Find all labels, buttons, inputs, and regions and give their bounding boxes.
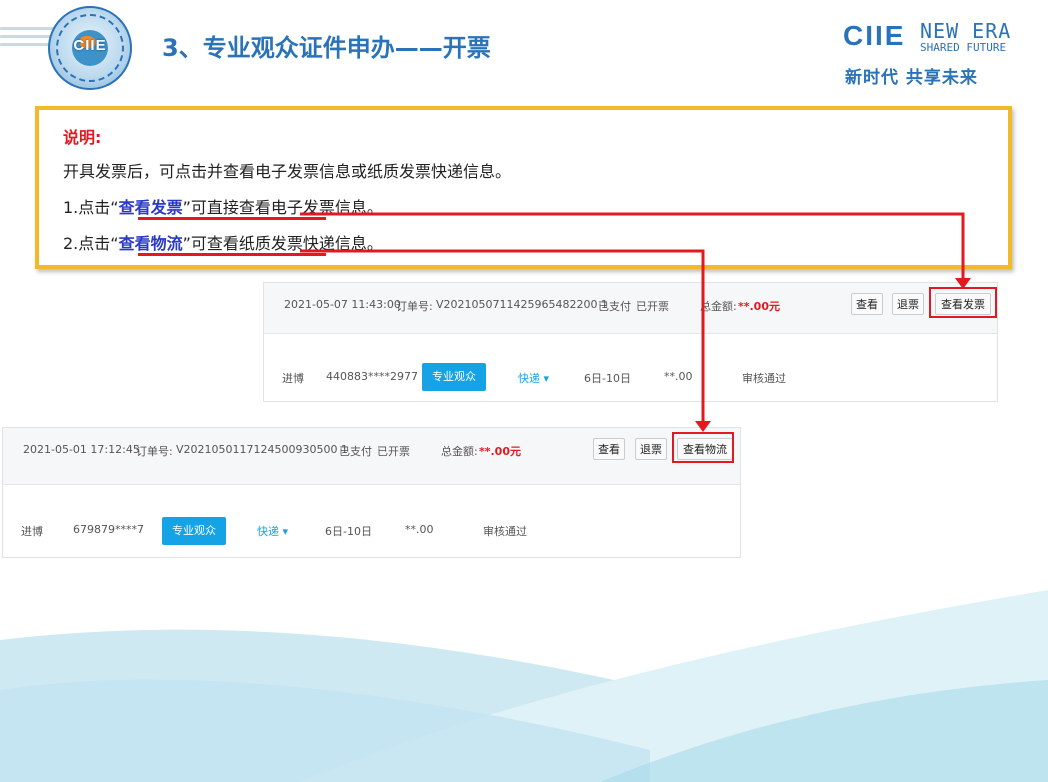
order-datetime: 2021-05-01 17:12:45 — [23, 443, 140, 456]
shipping-dropdown[interactable]: 快递 ▾ — [518, 370, 549, 386]
review-status: 审核通过 — [483, 525, 527, 538]
view-button[interactable]: 查看 — [593, 438, 625, 460]
note-heading: 说明: — [63, 128, 102, 147]
id-number: 440883****2977 — [326, 370, 418, 383]
ticket-price: **.00 — [405, 523, 434, 536]
payment-status: 已支付 — [598, 300, 631, 313]
logo-text: CIIE — [73, 37, 107, 54]
brand-slogan: 新时代 共享未来 — [845, 68, 978, 88]
ticket-price: **.00 — [664, 370, 693, 383]
order-no-label: 订单号: — [396, 300, 433, 313]
review-status: 审核通过 — [742, 372, 786, 385]
order-datetime: 2021-05-07 11:43:00 — [284, 298, 401, 311]
brand-name: CIIE — [843, 20, 906, 51]
total-label: 总金额: — [700, 300, 737, 313]
note-line-logistics-suffix: ”可查看纸质发票快递信息。 — [182, 234, 383, 253]
logistics-underline — [138, 253, 326, 256]
note-line-invoice-prefix: 1.点击“ — [63, 198, 119, 217]
view-invoice-keyword: 查看发票 — [118, 198, 183, 217]
page-title: 3、专业观众证件申办——开票 — [162, 34, 491, 62]
note-line-logistics: 2.点击“查看物流”可查看纸质发票快递信息。 — [63, 230, 383, 254]
brand-tagline: NEW ERA — [920, 19, 1012, 43]
view-logistics-keyword: 查看物流 — [118, 234, 183, 253]
total-label: 总金额: — [441, 445, 478, 458]
date-range: 6日-10日 — [325, 525, 372, 538]
shipping-dropdown[interactable]: 快递 ▾ — [257, 523, 288, 539]
refund-button[interactable]: 退票 — [892, 293, 924, 315]
note-line-logistics-prefix: 2.点击“ — [63, 234, 119, 253]
invoice-underline — [138, 217, 326, 220]
order-card: 2021-05-01 17:12:45 订单号: V20210501171245… — [2, 427, 741, 558]
visitor-type-button[interactable]: 专业观众 — [162, 517, 226, 545]
brand-subtagline: SHARED FUTURE — [920, 41, 1007, 54]
visitor-type-button[interactable]: 专业观众 — [422, 363, 486, 391]
invoice-status: 已开票 — [377, 445, 410, 458]
venue: 进博 — [21, 525, 43, 538]
note-line-invoice: 1.点击“查看发票”可直接查看电子发票信息。 — [63, 194, 383, 218]
total-amount: **.00元 — [479, 445, 521, 458]
venue: 进博 — [282, 372, 304, 385]
order-card: 2021-05-07 11:43:00 订单号: V20210507114259… — [263, 282, 998, 402]
order-number: V2021050711425965482200 1 — [436, 298, 608, 311]
refund-button[interactable]: 退票 — [635, 438, 667, 460]
ciie-logo: CIIE — [48, 6, 132, 90]
payment-status: 已支付 — [339, 445, 372, 458]
order-number: V2021050117124500930500 1 — [176, 443, 348, 456]
view-logistics-highlight — [672, 432, 734, 463]
note-line-intro: 开具发票后，可点击并查看电子发票信息或纸质发票快递信息。 — [63, 162, 512, 181]
order-no-label: 订单号: — [136, 445, 173, 458]
invoice-status: 已开票 — [636, 300, 669, 313]
instruction-box: 说明: 开具发票后，可点击并查看电子发票信息或纸质发票快递信息。 1.点击“查看… — [35, 106, 1012, 269]
id-number: 679879****7 — [73, 523, 144, 536]
view-button[interactable]: 查看 — [851, 293, 883, 315]
date-range: 6日-10日 — [584, 372, 631, 385]
note-line-invoice-suffix: ”可直接查看电子发票信息。 — [182, 198, 383, 217]
total-amount: **.00元 — [738, 300, 780, 313]
view-invoice-highlight — [929, 287, 997, 318]
